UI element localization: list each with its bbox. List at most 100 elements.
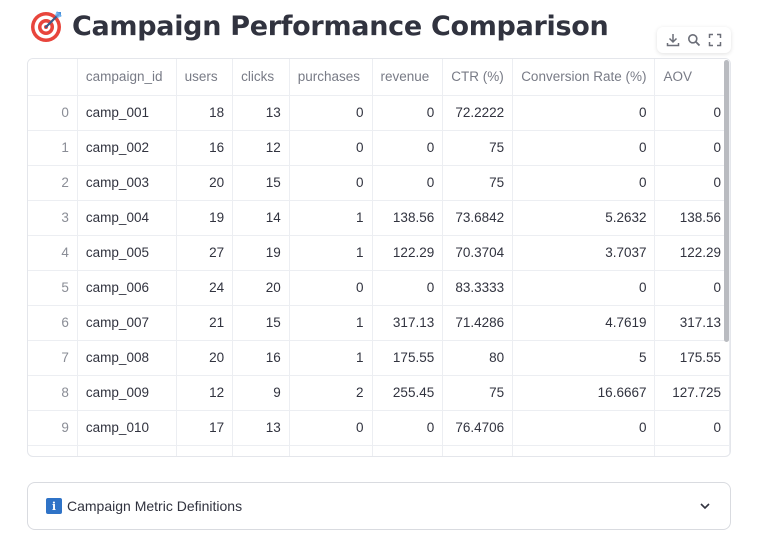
cell-clicks[interactable]: 13 (232, 410, 290, 446)
cell-campaign-id[interactable]: camp_006 (77, 270, 177, 306)
cell-purchases[interactable]: 0 (289, 165, 373, 201)
cell-users[interactable]: 21 (176, 305, 234, 341)
cell-revenue[interactable]: 255.45 (372, 375, 444, 411)
cell-conversion-rate[interactable]: 3.7037 (512, 235, 656, 271)
cell-revenue[interactable]: 0 (372, 270, 444, 306)
cell-clicks[interactable]: 13 (232, 95, 290, 131)
cell-ctr[interactable]: 73.6842 (442, 200, 514, 236)
cell-clicks[interactable]: 14 (232, 200, 290, 236)
cell-conversion-rate[interactable]: 16.6667 (512, 375, 656, 411)
cell-campaign-id[interactable]: camp_003 (77, 165, 177, 201)
cell-campaign-id[interactable]: camp_001 (77, 95, 177, 131)
column-header-campaign-id[interactable]: campaign_id (77, 59, 177, 96)
cell-campaign-id[interactable]: camp_010 (77, 410, 177, 446)
cell-clicks[interactable]: 19 (232, 235, 290, 271)
cell-campaign-id[interactable]: camp_007 (77, 305, 177, 341)
cell-aov[interactable] (654, 445, 730, 456)
cell-clicks[interactable]: 15 (232, 165, 290, 201)
cell-purchases[interactable]: 0 (289, 130, 373, 166)
cell-ctr[interactable] (442, 445, 514, 456)
cell-purchases[interactable]: 1 (289, 305, 373, 341)
cell-purchases[interactable]: 0 (289, 95, 373, 131)
cell-purchases[interactable]: 0 (289, 270, 373, 306)
cell-aov[interactable]: 0 (654, 95, 730, 131)
cell-index[interactable] (28, 445, 78, 456)
cell-aov[interactable]: 0 (654, 270, 730, 306)
cell-campaign-id[interactable]: camp_009 (77, 375, 177, 411)
column-header-purchases[interactable]: purchases (289, 59, 373, 96)
metric-definitions-expander[interactable]: i Campaign Metric Definitions (27, 482, 731, 530)
cell-revenue[interactable]: 0 (372, 165, 444, 201)
cell-clicks[interactable]: 15 (232, 305, 290, 341)
column-header-aov[interactable]: AOV (654, 59, 730, 96)
cell-clicks[interactable] (232, 445, 290, 456)
cell-index[interactable]: 8 (28, 375, 78, 411)
cell-ctr[interactable]: 70.3704 (442, 235, 514, 271)
cell-index[interactable]: 6 (28, 305, 78, 341)
cell-purchases[interactable]: 1 (289, 235, 373, 271)
cell-users[interactable]: 20 (176, 340, 234, 376)
cell-index[interactable]: 2 (28, 165, 78, 201)
cell-conversion-rate[interactable]: 5.2632 (512, 200, 656, 236)
cell-ctr[interactable]: 75 (442, 375, 514, 411)
cell-index[interactable]: 4 (28, 235, 78, 271)
cell-campaign-id[interactable]: camp_004 (77, 200, 177, 236)
cell-purchases[interactable]: 0 (289, 410, 373, 446)
cell-users[interactable]: 27 (176, 235, 234, 271)
cell-aov[interactable]: 0 (654, 165, 730, 201)
cell-purchases[interactable]: 1 (289, 200, 373, 236)
cell-users[interactable] (176, 445, 234, 456)
cell-conversion-rate[interactable]: 0 (512, 95, 656, 131)
fullscreen-button[interactable] (706, 31, 724, 49)
cell-revenue[interactable]: 0 (372, 130, 444, 166)
cell-ctr[interactable]: 76.4706 (442, 410, 514, 446)
cell-conversion-rate[interactable]: 0 (512, 130, 656, 166)
vertical-scrollbar[interactable] (724, 60, 729, 342)
column-header-ctr[interactable]: CTR (%) (442, 59, 514, 96)
cell-revenue[interactable]: 0 (372, 95, 444, 131)
cell-clicks[interactable]: 16 (232, 340, 290, 376)
cell-conversion-rate[interactable]: 0 (512, 165, 656, 201)
cell-conversion-rate[interactable]: 0 (512, 270, 656, 306)
column-header-conversion-rate[interactable]: Conversion Rate (%) (512, 59, 656, 96)
cell-ctr[interactable]: 83.3333 (442, 270, 514, 306)
cell-index[interactable]: 1 (28, 130, 78, 166)
cell-aov[interactable]: 0 (654, 410, 730, 446)
cell-users[interactable]: 16 (176, 130, 234, 166)
cell-index[interactable]: 5 (28, 270, 78, 306)
cell-clicks[interactable]: 9 (232, 375, 290, 411)
cell-purchases[interactable]: 1 (289, 340, 373, 376)
cell-revenue[interactable]: 138.56 (372, 200, 444, 236)
cell-campaign-id[interactable]: camp_002 (77, 130, 177, 166)
cell-index[interactable]: 9 (28, 410, 78, 446)
cell-conversion-rate[interactable] (512, 445, 656, 456)
cell-clicks[interactable]: 20 (232, 270, 290, 306)
cell-aov[interactable]: 0 (654, 130, 730, 166)
cell-users[interactable]: 17 (176, 410, 234, 446)
cell-ctr[interactable]: 72.2222 (442, 95, 514, 131)
cell-conversion-rate[interactable]: 5 (512, 340, 656, 376)
cell-campaign-id[interactable] (77, 445, 177, 456)
search-button[interactable] (685, 31, 703, 49)
column-header-clicks[interactable]: clicks (232, 59, 290, 96)
cell-revenue[interactable] (372, 445, 444, 456)
cell-revenue[interactable]: 122.29 (372, 235, 444, 271)
cell-conversion-rate[interactable]: 4.7619 (512, 305, 656, 341)
cell-revenue[interactable]: 317.13 (372, 305, 444, 341)
cell-ctr[interactable]: 75 (442, 165, 514, 201)
cell-users[interactable]: 20 (176, 165, 234, 201)
cell-index[interactable]: 0 (28, 95, 78, 131)
cell-users[interactable]: 24 (176, 270, 234, 306)
cell-index[interactable]: 3 (28, 200, 78, 236)
cell-users[interactable]: 12 (176, 375, 234, 411)
cell-purchases[interactable]: 2 (289, 375, 373, 411)
cell-conversion-rate[interactable]: 0 (512, 410, 656, 446)
cell-users[interactable]: 19 (176, 200, 234, 236)
cell-aov[interactable]: 138.56 (654, 200, 730, 236)
cell-clicks[interactable]: 12 (232, 130, 290, 166)
cell-campaign-id[interactable]: camp_005 (77, 235, 177, 271)
cell-index[interactable]: 7 (28, 340, 78, 376)
cell-revenue[interactable]: 175.55 (372, 340, 444, 376)
cell-aov[interactable]: 122.29 (654, 235, 730, 271)
cell-aov[interactable]: 127.725 (654, 375, 730, 411)
